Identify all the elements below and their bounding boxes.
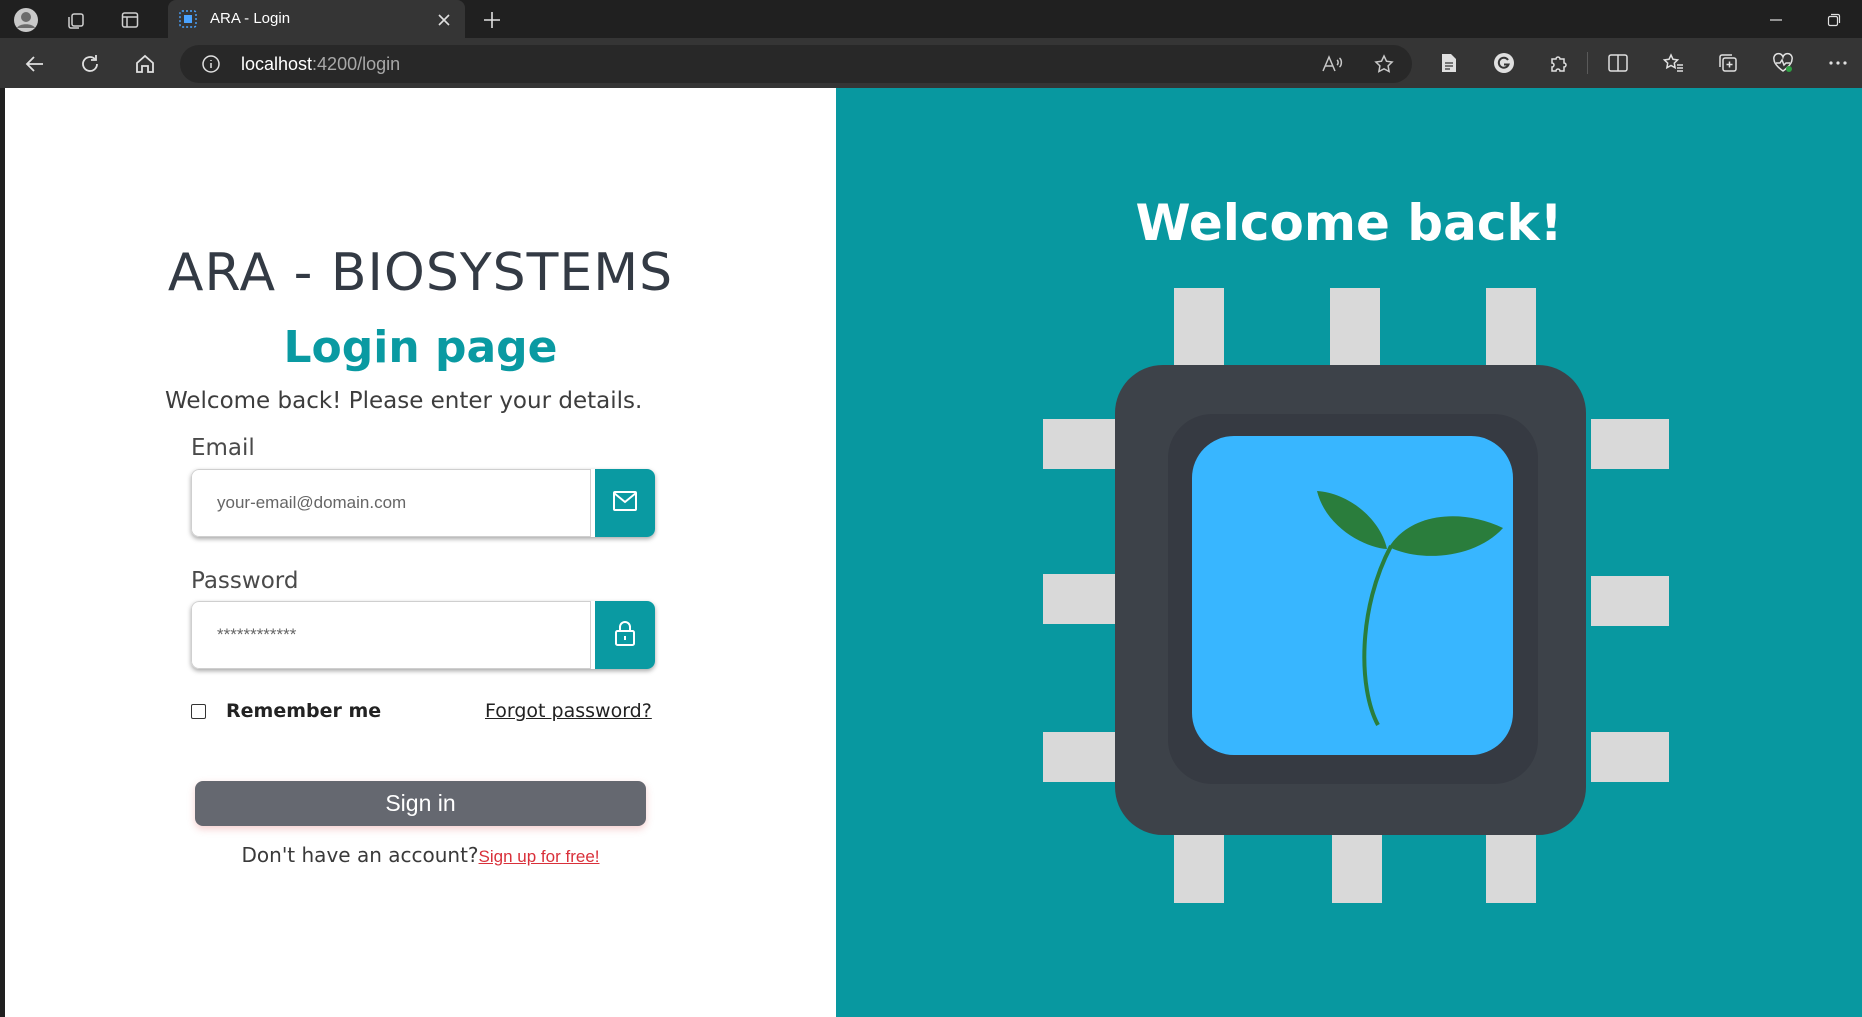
tab-title: ARA - Login bbox=[210, 10, 291, 27]
grammarly-icon[interactable] bbox=[1492, 51, 1516, 75]
favorite-star-icon[interactable] bbox=[1373, 53, 1395, 75]
email-field[interactable] bbox=[191, 469, 591, 537]
email-input-group bbox=[191, 469, 655, 537]
minimize-icon[interactable] bbox=[1764, 8, 1788, 32]
chip-with-sprout-icon bbox=[1043, 288, 1669, 903]
sign-up-link[interactable]: Sign up for free! bbox=[479, 847, 600, 866]
reload-icon[interactable] bbox=[77, 51, 103, 77]
extension-doc-icon[interactable] bbox=[1437, 51, 1461, 75]
browser-toolbar: localhost:4200/login bbox=[0, 38, 1862, 88]
login-subtitle: Welcome back! Please enter your details. bbox=[165, 388, 643, 414]
envelope-icon bbox=[612, 490, 638, 516]
signup-row: Don't have an account?Sign up for free! bbox=[5, 843, 836, 867]
remember-me-label[interactable]: Remember me bbox=[226, 700, 381, 722]
address-bar[interactable]: localhost:4200/login bbox=[180, 45, 1412, 83]
toolbar-separator bbox=[1587, 52, 1588, 74]
url-text[interactable]: localhost:4200/login bbox=[241, 54, 400, 75]
more-menu-icon[interactable] bbox=[1826, 51, 1850, 75]
hero-pane: Welcome back! bbox=[836, 88, 1862, 1017]
profile-icon[interactable] bbox=[12, 6, 40, 34]
back-icon[interactable] bbox=[22, 51, 48, 77]
password-addon bbox=[595, 601, 655, 669]
password-label: Password bbox=[191, 568, 299, 594]
password-field[interactable] bbox=[191, 601, 591, 669]
new-tab-icon[interactable] bbox=[480, 8, 504, 32]
page-title: Login page bbox=[283, 322, 558, 373]
forgot-password-link[interactable]: Forgot password? bbox=[485, 700, 652, 722]
login-pane: ARA - BIOSYSTEMS Login page Welcome back… bbox=[5, 88, 836, 1017]
brand-title: ARA - BIOSYSTEMS bbox=[167, 243, 674, 303]
active-tab[interactable]: ARA - Login bbox=[168, 0, 465, 40]
close-tab-icon[interactable] bbox=[434, 10, 454, 30]
tab-favicon bbox=[178, 9, 198, 29]
email-label: Email bbox=[191, 435, 255, 461]
sign-in-button[interactable]: Sign in bbox=[195, 781, 646, 826]
tab-actions-icon[interactable] bbox=[118, 8, 142, 32]
home-icon[interactable] bbox=[132, 51, 158, 77]
browser-tabbar: ARA - Login bbox=[0, 0, 1862, 40]
favorites-icon[interactable] bbox=[1661, 51, 1685, 75]
lock-icon bbox=[613, 619, 637, 651]
password-input-group bbox=[191, 601, 655, 669]
collections-icon[interactable] bbox=[1716, 51, 1740, 75]
url-path: :4200/login bbox=[312, 54, 401, 74]
url-host: localhost bbox=[241, 54, 313, 74]
restore-icon[interactable] bbox=[1822, 8, 1846, 32]
extensions-icon[interactable] bbox=[1547, 51, 1571, 75]
email-addon bbox=[595, 469, 655, 537]
split-screen-icon[interactable] bbox=[1606, 51, 1630, 75]
browser-essentials-icon[interactable] bbox=[1771, 51, 1795, 75]
site-info-icon[interactable] bbox=[200, 53, 222, 75]
workspaces-icon[interactable] bbox=[64, 8, 88, 32]
page-viewport: ARA - BIOSYSTEMS Login page Welcome back… bbox=[5, 88, 1862, 1017]
remember-me-checkbox[interactable] bbox=[191, 703, 206, 719]
no-account-text: Don't have an account? bbox=[241, 843, 479, 867]
read-aloud-icon[interactable] bbox=[1320, 53, 1344, 75]
remember-me-row: Remember me bbox=[191, 700, 381, 722]
